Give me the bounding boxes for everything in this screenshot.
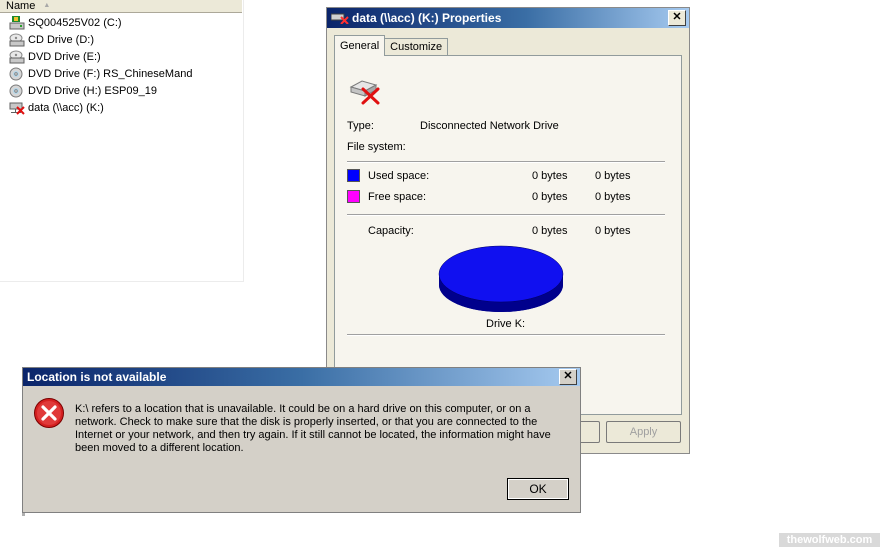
divider (347, 161, 665, 163)
used-space-swatch (347, 169, 360, 182)
free-space-size: 0 bytes (595, 191, 631, 203)
drive-label: DVD Drive (H:) ESP09_19 (28, 84, 157, 97)
drive-item-k[interactable]: data (\\acc) (K:) (9, 99, 192, 116)
local-disk-icon (9, 15, 25, 30)
capacity-size: 0 bytes (595, 225, 631, 237)
file-system-label: File system: (347, 141, 406, 153)
drive-label: SQ004525V02 (C:) (28, 16, 122, 29)
error-icon (33, 397, 65, 432)
drive-letter-label: Drive K: (486, 318, 526, 330)
drive-label: DVD Drive (F:) RS_ChineseMand (28, 67, 193, 80)
dialog-title: Location is not available (27, 370, 167, 384)
drive-item-c[interactable]: SQ004525V02 (C:) (9, 14, 192, 31)
disconnected-network-drive-icon (9, 101, 25, 115)
properties-titlebar[interactable]: data (\\acc) (K:) Properties ✕ (327, 8, 689, 28)
free-space-bytes: 0 bytes (532, 191, 568, 203)
divider (347, 334, 665, 336)
close-button[interactable]: ✕ (668, 10, 686, 26)
dialog-close-button[interactable]: ✕ (559, 369, 577, 385)
used-space-size: 0 bytes (595, 170, 631, 182)
free-space-label: Free space: (368, 191, 427, 203)
ok-button[interactable]: OK (507, 478, 569, 500)
properties-title: data (\\acc) (K:) Properties (352, 11, 502, 25)
apply-button[interactable]: Apply (606, 421, 681, 443)
name-column-label: Name (6, 0, 36, 12)
dvd-disc-icon (9, 84, 25, 98)
disk-usage-pie (437, 244, 565, 315)
drive-item-e[interactable]: DVD Drive (E:) (9, 48, 192, 65)
dialog-shadow-mark (22, 513, 25, 516)
used-space-label: Used space: (368, 170, 430, 182)
disconnected-network-drive-icon (348, 77, 382, 108)
dvd-disc-icon (9, 67, 25, 81)
sort-ascending-icon: ▲ (43, 2, 51, 10)
dvd-drive-icon (9, 50, 25, 64)
error-message: K:\ refers to a location that is unavail… (75, 403, 551, 454)
drive-label: data (\\acc) (K:) (28, 101, 104, 114)
tab-customize[interactable]: Customize (384, 38, 449, 56)
type-value: Disconnected Network Drive (420, 120, 559, 132)
tab-general[interactable]: General (334, 35, 386, 56)
free-space-swatch (347, 190, 360, 203)
watermark-text: thewolfweb.com (779, 533, 880, 547)
dialog-titlebar[interactable]: Location is not available ✕ (23, 368, 580, 386)
cd-drive-icon (9, 33, 25, 47)
name-column-header[interactable]: Name ▲ (0, 0, 242, 13)
used-space-bytes: 0 bytes (532, 170, 568, 182)
capacity-label: Capacity: (368, 225, 414, 237)
network-drive-icon (331, 13, 349, 24)
drive-item-h[interactable]: DVD Drive (H:) ESP09_19 (9, 82, 192, 99)
drive-label: DVD Drive (E:) (28, 50, 101, 63)
drive-item-d[interactable]: CD Drive (D:) (9, 31, 192, 48)
drive-label: CD Drive (D:) (28, 33, 94, 46)
divider (347, 214, 665, 216)
drive-item-f[interactable]: DVD Drive (F:) RS_ChineseMand (9, 65, 192, 82)
properties-tabs: General Customize (334, 35, 449, 56)
drive-list: SQ004525V02 (C:) CD Drive (D:) DVD Drive… (9, 14, 192, 116)
type-label: Type: (347, 120, 374, 132)
capacity-bytes: 0 bytes (532, 225, 568, 237)
